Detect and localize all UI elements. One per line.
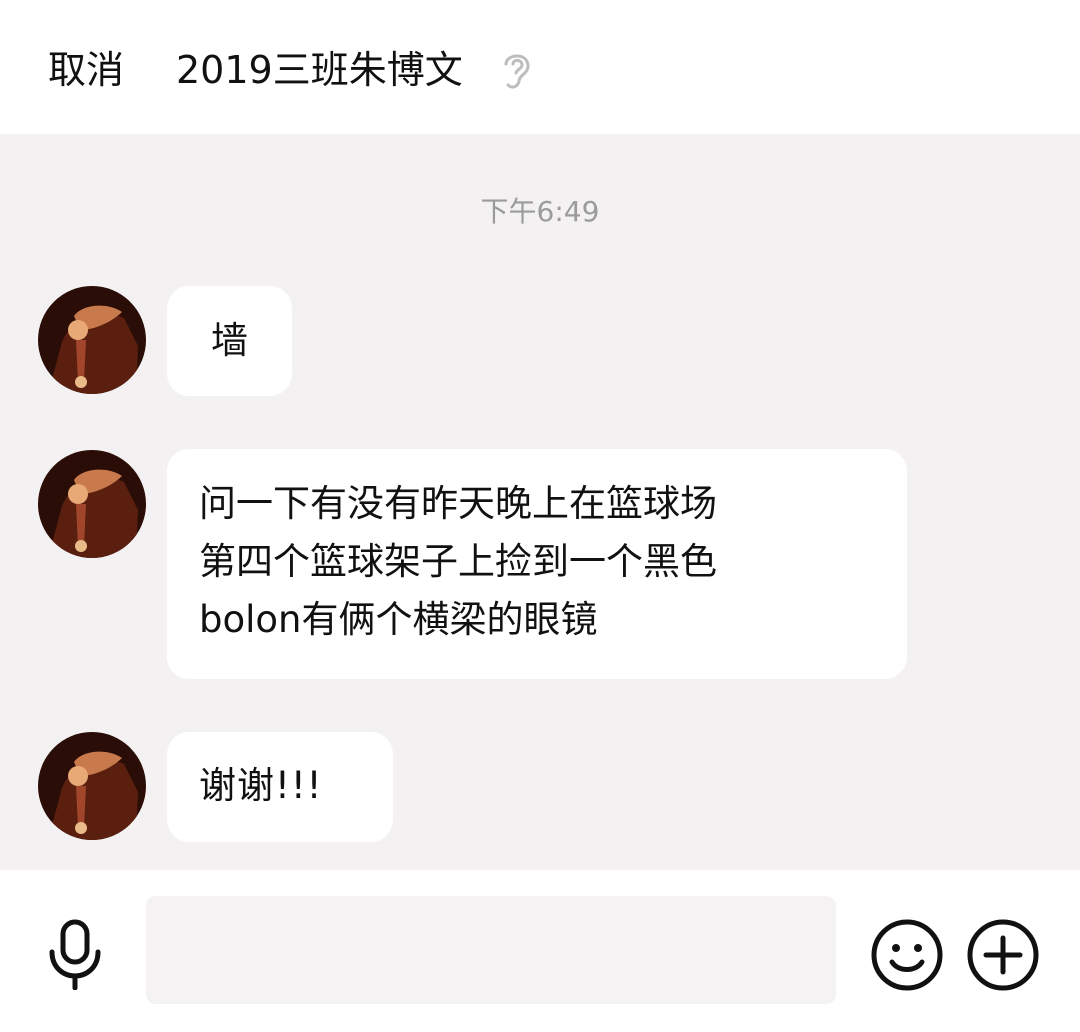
smiley-icon[interactable]	[870, 918, 944, 992]
message-text-line: 第四个篮球架子上捡到一个黑色	[199, 540, 717, 583]
microphone-icon[interactable]	[44, 918, 106, 991]
contact-avatar[interactable]	[38, 450, 146, 558]
composer-bar	[0, 870, 1080, 1032]
ear-icon[interactable]	[498, 48, 534, 92]
contact-avatar[interactable]	[38, 286, 146, 394]
message-bubble[interactable]: 谢谢!!!	[167, 732, 393, 842]
message-text: 墙	[211, 319, 248, 362]
message-text-line: 问一下有没有昨天晚上在篮球场	[199, 482, 717, 525]
cancel-button[interactable]: 取消	[48, 44, 124, 96]
message-text-line: bolon有俩个横梁的眼镜	[199, 598, 598, 641]
contact-avatar[interactable]	[38, 732, 146, 840]
message-bubble[interactable]: 问一下有没有昨天晚上在篮球场 第四个篮球架子上捡到一个黑色 bolon有俩个横梁…	[167, 449, 907, 679]
message-input[interactable]	[146, 896, 836, 1004]
message-bubble[interactable]: 墙	[167, 286, 292, 396]
message-list[interactable]: 下午6:49 墙 问一下有没有昨天晚上在篮球场 第四个篮球架子上捡到一个黑色 b…	[0, 134, 1080, 870]
chat-title: 2019三班朱博文	[176, 48, 463, 92]
message-text: 谢谢!!!	[199, 764, 323, 807]
plus-circle-icon[interactable]	[966, 918, 1040, 992]
chat-header: 取消 2019三班朱博文	[0, 0, 1080, 134]
message-timestamp: 下午6:49	[480, 195, 600, 228]
